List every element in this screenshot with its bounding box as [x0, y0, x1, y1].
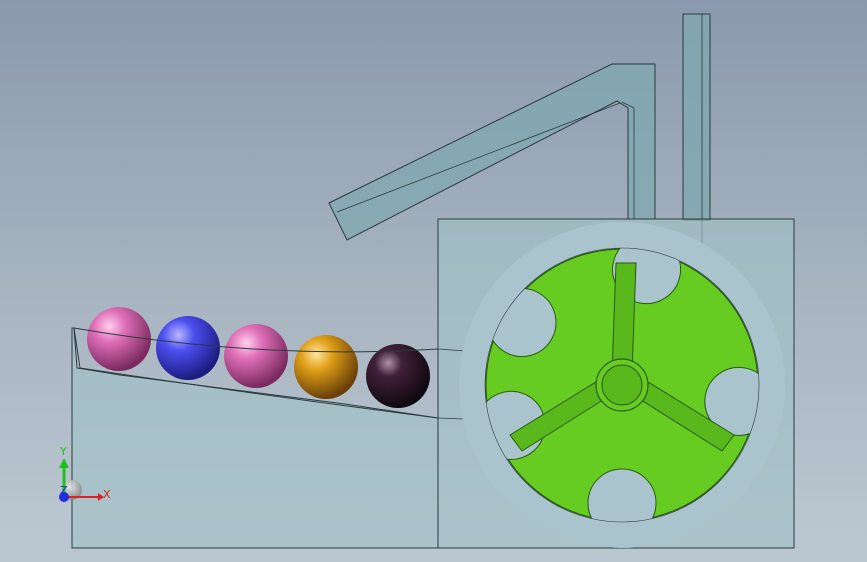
- cad-viewport[interactable]: X Y Z: [0, 0, 867, 562]
- z-axis-label: Z: [60, 484, 68, 497]
- feed-chute[interactable]: [328, 63, 656, 241]
- x-axis-label: X: [103, 488, 111, 501]
- ball-pink-1[interactable]: [87, 307, 151, 371]
- ball-blue[interactable]: [156, 316, 220, 380]
- y-axis-label: Y: [59, 445, 67, 458]
- rotary-wheel[interactable]: [459, 222, 785, 548]
- ball-pink-2[interactable]: [224, 324, 288, 388]
- y-axis-arrow: [59, 458, 69, 468]
- ball-orange[interactable]: [294, 335, 358, 399]
- ball-dark[interactable]: [366, 344, 430, 408]
